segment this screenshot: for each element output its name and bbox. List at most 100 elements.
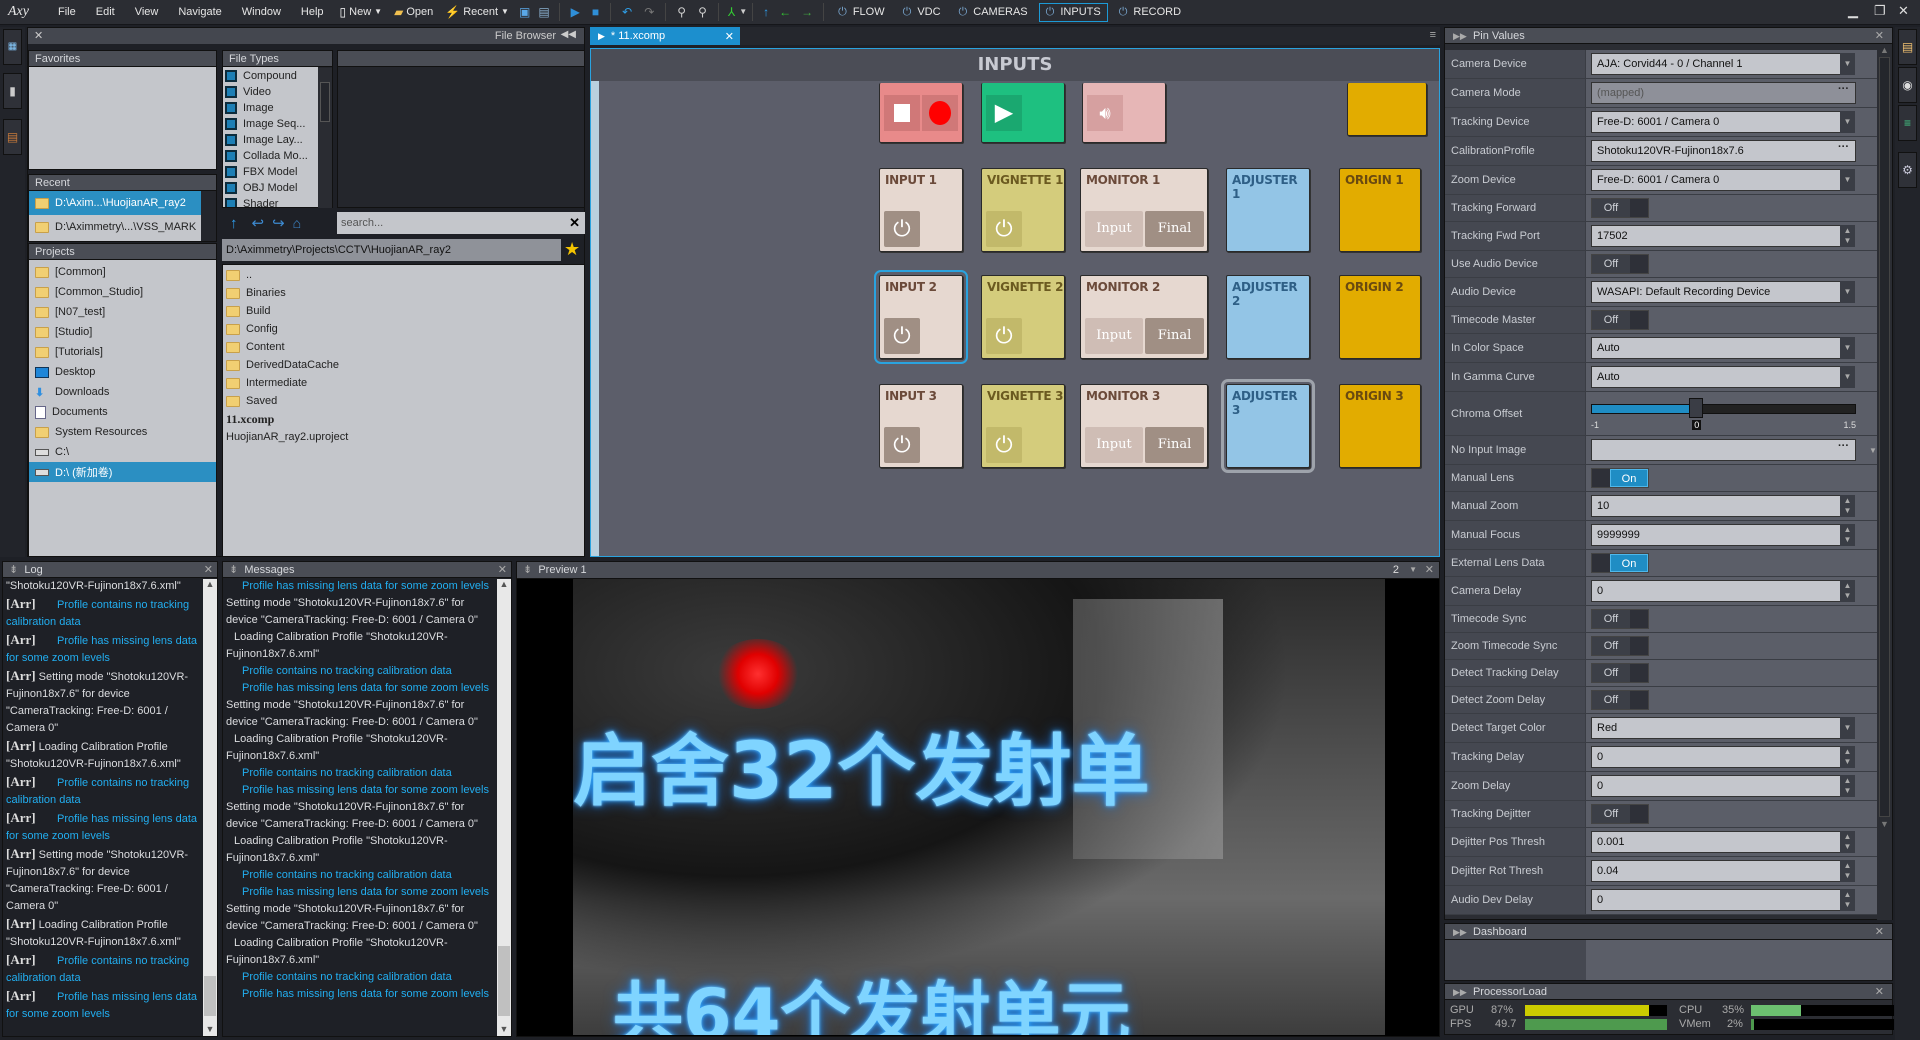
chevron-down-icon[interactable]: ▼ xyxy=(1840,366,1855,388)
checkbox[interactable] xyxy=(225,198,237,207)
file-item[interactable]: Content xyxy=(223,338,584,356)
close-icon[interactable]: ✕ xyxy=(1425,562,1434,578)
chevron-down-icon[interactable]: ▼ xyxy=(1869,446,1877,455)
file-item[interactable]: DerivedDataCache xyxy=(223,356,584,374)
clear-search-icon[interactable]: ✕ xyxy=(569,215,585,231)
monitor-input-button[interactable]: Input xyxy=(1085,211,1143,247)
monitor-card[interactable]: MONITOR 2 Input Final xyxy=(1080,275,1208,359)
number-field[interactable]: 0.04 ▲ ▼ xyxy=(1591,860,1855,882)
file-type-item[interactable]: Image Lay... xyxy=(223,132,318,148)
file-item[interactable]: Saved xyxy=(223,392,584,410)
path-field[interactable]: D:\Aximmetry\Projects\CCTV\HuojianAR_ray… xyxy=(222,239,561,261)
chevron-down-icon[interactable]: ▼ xyxy=(739,5,747,19)
browse-icon[interactable]: ··· xyxy=(1838,83,1849,95)
file-item[interactable]: Binaries xyxy=(223,284,584,302)
audio-card[interactable]: 🔊︎ xyxy=(1082,83,1166,143)
monitor-final-button[interactable]: Final xyxy=(1145,318,1204,354)
checkbox[interactable] xyxy=(225,134,237,146)
close-icon[interactable]: ✕ xyxy=(1875,984,1884,1000)
number-field[interactable]: 10 ▲ ▼ xyxy=(1591,495,1855,517)
recent-item[interactable]: D:\Axim...\HuojianAR_ray2 xyxy=(29,191,201,215)
number-field[interactable]: 9999999 ▲ ▼ xyxy=(1591,524,1855,546)
adjuster-card[interactable]: ADJUSTER 3 xyxy=(1221,379,1315,473)
number-field[interactable]: 0.001 ▲ ▼ xyxy=(1591,831,1855,853)
open-button[interactable]: ▰ Open xyxy=(394,5,433,19)
input-card[interactable]: INPUT 1 ⏻ xyxy=(879,168,963,252)
toggle-switch[interactable]: Off xyxy=(1591,310,1649,330)
file-type-item[interactable]: Shader xyxy=(223,196,318,207)
record-button[interactable] xyxy=(922,95,958,131)
project-item[interactable]: [Tutorials] xyxy=(29,342,216,362)
close-icon[interactable]: ✕ xyxy=(34,29,43,42)
project-item[interactable]: C:\ xyxy=(29,442,216,462)
toggle-switch[interactable]: Off xyxy=(1591,636,1649,656)
dropdown-field[interactable]: Free-D: 6001 / Camera 0 ▼ xyxy=(1591,169,1855,191)
file-type-item[interactable]: Video xyxy=(223,84,318,100)
dock-button-layers[interactable]: ≡ xyxy=(1898,105,1917,141)
spinner-icon[interactable]: ▲ ▼ xyxy=(1840,775,1855,797)
dropdown-field[interactable]: Auto ▼ xyxy=(1591,337,1855,359)
file-type-item[interactable]: Compound xyxy=(223,68,318,84)
pin-icon[interactable]: ⇟ xyxy=(9,564,18,576)
chevron-down-icon[interactable]: ▼ xyxy=(1840,281,1855,303)
project-item[interactable]: Desktop xyxy=(29,362,216,382)
vignette-card[interactable]: VIGNETTE 3 ⏻ xyxy=(981,384,1065,468)
text-field[interactable]: (mapped) ··· xyxy=(1591,82,1856,104)
save-all-icon[interactable]: ▤ xyxy=(538,5,549,19)
power-button[interactable]: ⏻ xyxy=(884,318,920,354)
audio-button[interactable]: 🔊︎ xyxy=(1087,95,1123,131)
menu-file[interactable]: File xyxy=(58,6,76,18)
checkbox[interactable] xyxy=(225,150,237,162)
tab-11-xcomp[interactable]: ▶ * 11.xcomp ✕ xyxy=(590,27,740,45)
dropdown-field[interactable]: Red ▼ xyxy=(1591,717,1855,739)
monitor-card[interactable]: MONITOR 1 Input Final xyxy=(1080,168,1208,252)
mode-flow[interactable]: ⏻ FLOW xyxy=(831,3,891,22)
file-type-item[interactable]: Collada Mo... xyxy=(223,148,318,164)
power-button[interactable]: ⏻ xyxy=(986,427,1022,463)
spinner-icon[interactable]: ▲ ▼ xyxy=(1840,860,1855,882)
stop-icon[interactable]: ■ xyxy=(592,5,599,19)
back-icon[interactable]: ↩ xyxy=(252,214,265,232)
undo-icon[interactable]: ↶ xyxy=(622,5,632,19)
origin-card[interactable]: ORIGIN 1 xyxy=(1339,168,1421,252)
dropdown-field[interactable]: Free-D: 6001 / Camera 0 ▼ xyxy=(1591,111,1855,133)
close-icon[interactable]: ✕ xyxy=(1875,924,1884,940)
close-icon[interactable]: ✕ xyxy=(1875,28,1884,44)
vignette-card[interactable]: VIGNETTE 2 ⏻ xyxy=(981,275,1065,359)
pin-icon[interactable]: ⇟ xyxy=(229,564,238,576)
spinner-icon[interactable]: ▲ ▼ xyxy=(1840,580,1855,602)
record-card[interactable] xyxy=(879,83,963,143)
power-button[interactable]: ⏻ xyxy=(884,427,920,463)
chevron-down-icon[interactable]: ▼ xyxy=(1840,337,1855,359)
chevron-down-icon[interactable]: ▼ xyxy=(1840,111,1855,133)
restore-button[interactable]: ❐ xyxy=(1874,3,1886,19)
toggle-switch[interactable]: On xyxy=(1591,553,1649,573)
favorite-star-icon[interactable]: ★ xyxy=(564,239,580,260)
chevron-down-icon[interactable]: ▼ xyxy=(1409,562,1417,578)
chevron-down-icon[interactable]: ▼ xyxy=(1840,53,1855,75)
home-icon[interactable]: ⌂ xyxy=(293,215,301,231)
back-arrow-icon[interactable]: ← xyxy=(779,5,791,19)
spinner-icon[interactable]: ▲ ▼ xyxy=(1840,831,1855,853)
monitor-input-button[interactable]: Input xyxy=(1085,427,1143,463)
spinner-icon[interactable]: ▲ ▼ xyxy=(1840,889,1855,911)
slider-handle[interactable] xyxy=(1689,397,1704,418)
file-item[interactable]: Build xyxy=(223,302,584,320)
file-type-item[interactable]: FBX Model xyxy=(223,164,318,180)
browse-icon[interactable]: ··· xyxy=(1838,440,1849,452)
dropdown-field[interactable]: AJA: Corvid44 - 0 / Channel 1 ▼ xyxy=(1591,53,1855,75)
spinner-icon[interactable]: ▲ ▼ xyxy=(1840,495,1855,517)
adjuster-card[interactable]: ADJUSTER 1 xyxy=(1226,168,1310,252)
file-item[interactable]: .. xyxy=(223,266,584,284)
file-item[interactable]: 11.xcomp xyxy=(223,410,584,428)
minimize-button[interactable]: ▁ xyxy=(1848,3,1858,19)
preview-video[interactable]: 启舍32个发射单 共64个发射单元 xyxy=(573,579,1385,1035)
vignette-card[interactable]: VIGNETTE 1 ⏻ xyxy=(981,168,1065,252)
redo-icon[interactable]: ↷ xyxy=(644,5,654,19)
chroma-offset-slider[interactable]: -1 0 1.5 xyxy=(1591,394,1856,434)
checkbox[interactable] xyxy=(225,182,237,194)
dock-button-archive[interactable]: ▤ xyxy=(3,119,22,155)
power-button[interactable]: ⏻ xyxy=(986,211,1022,247)
file-item[interactable]: Intermediate xyxy=(223,374,584,392)
mode-vdc[interactable]: ⏻ VDC xyxy=(896,3,948,22)
